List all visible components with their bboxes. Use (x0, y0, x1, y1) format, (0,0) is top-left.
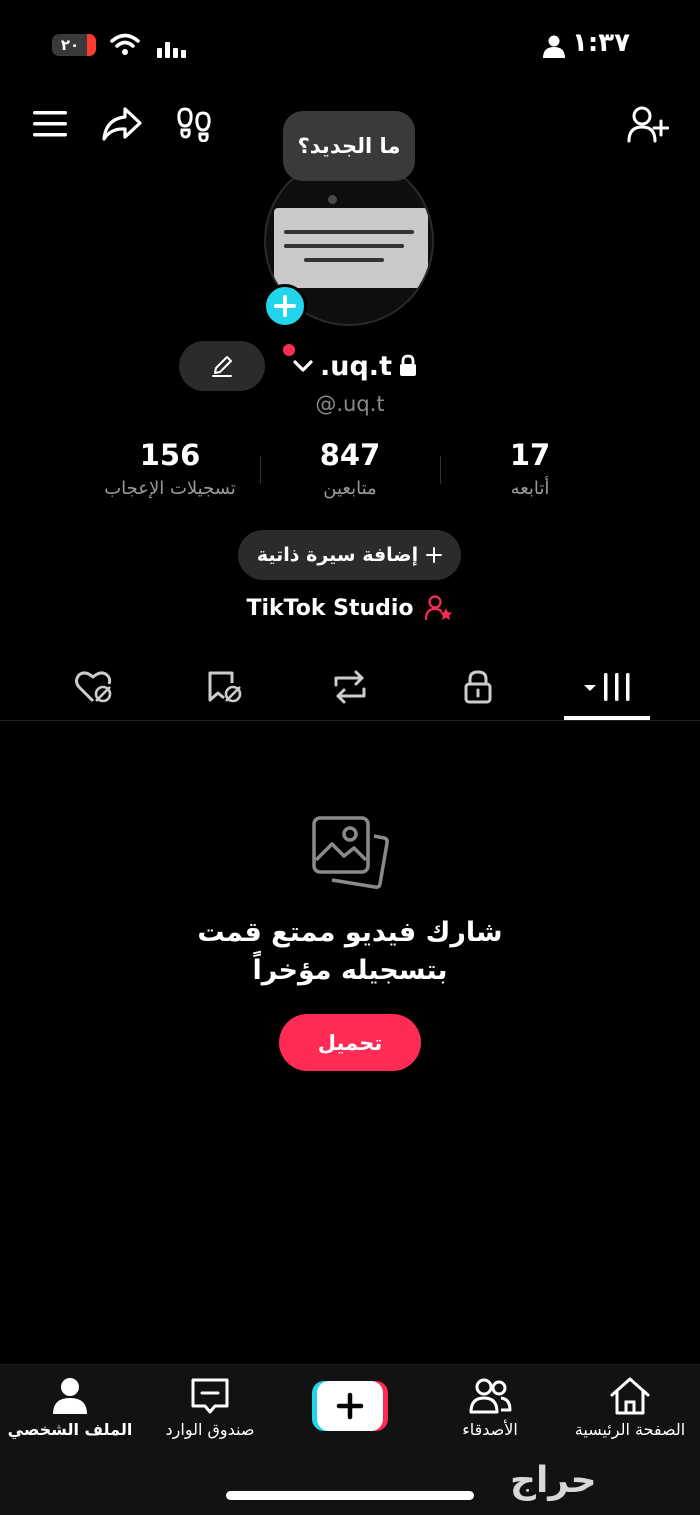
edit-profile-button[interactable] (179, 341, 265, 391)
person-status-icon (542, 34, 566, 58)
status-time: ١:٣٧ (571, 28, 630, 58)
pencil-icon (212, 356, 232, 377)
lock-icon (399, 354, 416, 376)
add-bio-button[interactable]: إضافة سيرة ذاتية (238, 530, 461, 580)
stat-likes[interactable]: 156 تسجيلات الإعجاب (70, 438, 270, 499)
tab-liked[interactable] (54, 662, 134, 712)
add-friend-icon[interactable] (626, 102, 670, 146)
watermark: حراج (510, 1460, 597, 1501)
home-icon (610, 1377, 650, 1415)
nav-friends[interactable]: الأصدقاء (420, 1376, 560, 1439)
username-handle: @.uq.t (315, 392, 385, 416)
tab-private[interactable] (438, 662, 518, 712)
lock-icon (464, 670, 492, 704)
home-indicator[interactable] (226, 1491, 474, 1500)
wifi-icon (110, 32, 140, 56)
tab-favorites[interactable] (184, 662, 264, 712)
account-switcher[interactable]: .uq.t (292, 346, 418, 386)
empty-state-message: شارك فيديو ممتع قمت بتسجيله مؤخراً (197, 917, 503, 986)
plus-icon (426, 547, 443, 563)
whats-new-tooltip[interactable]: ما الجديد؟ (283, 111, 415, 181)
tiktok-studio-link[interactable]: TikTok Studio (0, 594, 700, 622)
add-story-button[interactable] (263, 284, 307, 328)
battery-indicator: ٢٠ (52, 34, 96, 56)
chevron-down-icon (293, 360, 313, 372)
profile-icon (53, 1378, 87, 1414)
tooltip-pointer (328, 195, 337, 204)
creator-star-icon (424, 595, 452, 621)
bookmark-hidden-icon (208, 671, 242, 703)
friends-icon (469, 1378, 512, 1414)
create-post-button[interactable] (312, 1381, 388, 1431)
upload-button[interactable]: تحميل (279, 1014, 421, 1071)
signal-icon (157, 36, 189, 58)
stat-followers[interactable]: 847 متابعين (250, 438, 450, 499)
nav-inbox[interactable]: صندوق الوارد (140, 1376, 280, 1439)
inbox-icon (191, 1378, 229, 1414)
nav-home[interactable]: الصفحة الرئيسية (560, 1376, 700, 1439)
heart-hidden-icon (75, 671, 112, 703)
repost-icon (334, 670, 366, 704)
menu-icon[interactable] (28, 102, 72, 146)
grid-icon (584, 673, 630, 701)
footprints-icon[interactable] (172, 102, 216, 146)
display-name: .uq.t (320, 350, 392, 382)
tab-reposts[interactable] (310, 662, 390, 712)
tab-videos[interactable] (568, 662, 648, 712)
share-icon[interactable] (100, 102, 144, 146)
stat-following[interactable]: 17 أتابعه (430, 438, 630, 499)
empty-photos-icon (310, 814, 390, 894)
tabs-divider (0, 720, 700, 721)
nav-profile[interactable]: الملف الشخصي (0, 1376, 140, 1439)
